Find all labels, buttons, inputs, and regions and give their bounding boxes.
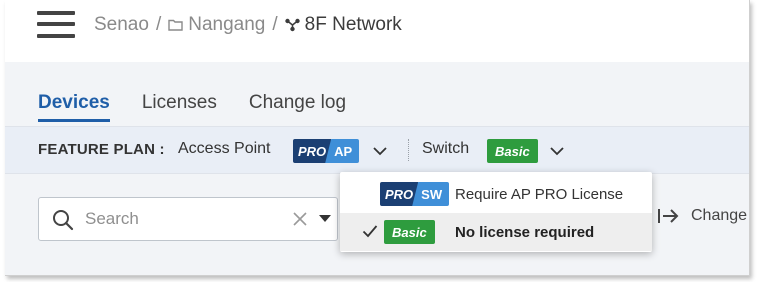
dropdown-item-label: No license required [455,224,595,241]
search-input[interactable] [85,207,275,231]
breadcrumb-site[interactable]: Nangang [188,14,265,36]
tab-bar: Devices Licenses Change log [38,90,378,124]
close-icon[interactable] [291,210,309,228]
pro-sw-badge: PRO SW [380,182,450,206]
breadcrumb-separator: / [272,14,278,35]
check-icon [362,225,378,238]
caret-down-icon[interactable] [319,215,331,222]
search-box [38,197,338,241]
breadcrumb-org[interactable]: Senao [94,14,149,36]
switch-basic-badge: Basic [487,139,538,163]
access-point-label: Access Point [178,140,271,157]
menu-icon[interactable] [37,8,75,40]
switch-plan-dropdown: PRO SW Require AP PRO License Basic No l… [340,172,652,252]
search-icon [53,210,74,231]
dropdown-item-label: Require AP PRO License [455,186,624,203]
feature-plan-bar: FEATURE PLAN : Access Point PRO AP Switc… [5,126,749,174]
pro-badge-text: PRO [293,139,332,163]
breadcrumb: Senao / Nangang / 8F Network [94,12,402,38]
app-window: Senao / Nangang / 8F Network Devices Lic… [5,0,750,276]
chevron-down-icon[interactable] [547,141,567,161]
change-button-label: Change [691,207,748,224]
chevron-down-icon[interactable] [370,141,390,161]
arrow-to-line-icon [658,209,679,223]
tab-change-log[interactable]: Change log [249,90,346,122]
folder-icon [168,19,183,31]
divider [408,139,409,161]
dropdown-item-pro-sw[interactable]: PRO SW Require AP PRO License [340,175,652,213]
tab-licenses[interactable]: Licenses [142,90,217,122]
tab-devices[interactable]: Devices [38,90,110,122]
network-icon [284,18,300,32]
breadcrumb-network: 8F Network [304,14,402,35]
sw-badge-text: SW [412,182,450,206]
ap-pro-badge: PRO AP [293,139,360,163]
feature-plan-label: FEATURE PLAN : [38,141,165,158]
top-bar: Senao / Nangang / 8F Network [5,0,749,62]
pro-badge-text: PRO [380,182,419,206]
dropdown-item-basic[interactable]: Basic No license required [340,213,652,251]
basic-badge: Basic [384,220,435,244]
breadcrumb-separator: / [155,14,162,35]
ap-badge-text: AP [325,139,360,163]
switch-label: Switch [422,140,470,157]
change-button[interactable]: Change [657,207,747,225]
